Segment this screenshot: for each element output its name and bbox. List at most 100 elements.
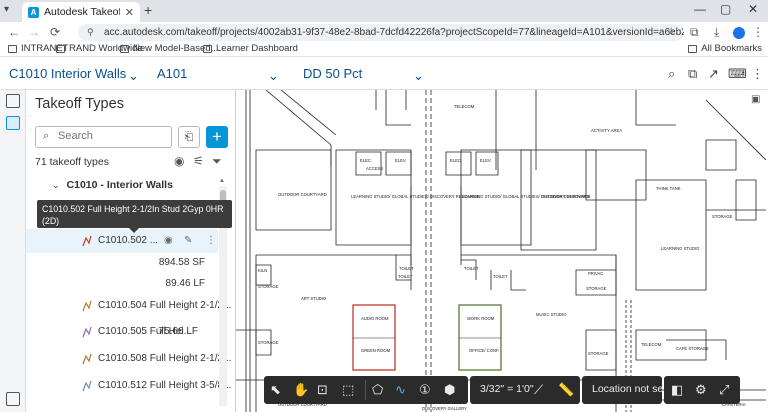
group-header[interactable]: ⌄ C1010 - Interior Walls: [52, 179, 173, 191]
drawing-label: STORAGE: [712, 214, 733, 219]
shape-tool-icon[interactable]: ⬢: [444, 382, 455, 398]
selected-takeoff-row[interactable]: C1010.502 ... ◉ ✎ ⋮: [26, 229, 218, 253]
zoom-window-icon[interactable]: ⬚: [342, 382, 354, 398]
package-dropdown[interactable]: C1010 Interior Walls: [9, 66, 126, 81]
chevron-down-icon[interactable]: ⌄: [268, 68, 279, 84]
layers-icon[interactable]: ◧: [671, 382, 683, 398]
row-label: C1010.508 Full Height 2-1/2...: [98, 353, 232, 364]
version-dropdown[interactable]: DD 50 Pct: [303, 66, 362, 81]
search-box[interactable]: ⌕: [35, 126, 172, 148]
takeoff-type-count: 71 takeoff types: [35, 156, 109, 168]
sheet-label: A101: [157, 66, 188, 81]
new-tab-icon[interactable]: +: [144, 2, 152, 18]
sheets-icon[interactable]: [6, 94, 20, 108]
location-status[interactable]: Location not set: [592, 383, 666, 395]
add-takeoff-type-button[interactable]: +: [206, 126, 228, 148]
folder-icon: [688, 44, 698, 53]
list-item[interactable]: C1010.505 Full Hei... 75.66 LF: [26, 322, 218, 344]
bookmark-label: All Bookmarks: [701, 43, 762, 54]
bookmark-star-icon[interactable]: ☆: [666, 24, 676, 41]
bookmark-label: Learner Dashboard: [216, 43, 298, 54]
chevron-down-icon[interactable]: ⌄: [413, 68, 424, 84]
drawing-label: THINK TANK: [656, 186, 681, 191]
drawing-label: LEARNING STUDIO/ GLOBAL STUDIES/ DISCOVE…: [351, 194, 480, 199]
drawing-label: OUTDOOR COURTYARD: [541, 194, 590, 199]
takeoff-types-panel: Takeoff Types ⌕ ⎗ + 71 takeoff types ◉ ⚟…: [26, 90, 236, 412]
url-field[interactable]: ⚲ acc.autodesk.com/takeoff/projects/4002…: [78, 24, 684, 41]
drawing-label: STORAGE: [258, 284, 279, 289]
app-header: C1010 Interior Walls ⌄ A101 ⌄ DD 50 Pct …: [0, 58, 768, 90]
drawing-label: ELEC.: [360, 158, 372, 163]
zoom-search-icon[interactable]: ⌕: [668, 66, 675, 82]
download-icon[interactable]: ⤓: [714, 24, 719, 41]
tab-close-icon[interactable]: ✕: [125, 6, 134, 19]
sheet-dropdown[interactable]: A101: [157, 66, 187, 81]
forward-icon[interactable]: →: [28, 22, 40, 42]
scroll-up-icon[interactable]: ▲: [219, 178, 225, 184]
edit-icon[interactable]: ✎: [184, 235, 192, 246]
autodesk-favicon-icon: A: [28, 6, 39, 18]
maximize-icon[interactable]: ▢: [720, 2, 731, 16]
chevron-down-icon[interactable]: ⌄: [128, 68, 139, 84]
folder-icon: [56, 44, 65, 53]
zoom-fit-icon[interactable]: ⊡: [317, 382, 328, 398]
drawing-label: ART STUDIO: [301, 296, 327, 301]
fullscreen-icon[interactable]: ⤢: [719, 382, 729, 398]
filter-icon[interactable]: ⏷: [212, 154, 222, 169]
chevron-down-icon: ⌄: [52, 180, 60, 190]
bookmarks-bar: INTRANET RAND Worldwide New Model-Based.…: [0, 42, 768, 57]
url-text: acc.autodesk.com/takeoff/projects/4002ab…: [104, 27, 684, 38]
reload-icon[interactable]: ⟳: [50, 22, 60, 42]
polygon-tool-icon[interactable]: ⬠: [372, 382, 383, 398]
drawing-canvas[interactable]: TELECOM ACTIVITY AREA OUTDOOR COURTYARD …: [236, 90, 768, 412]
drawing-label: ELEV.: [395, 158, 407, 163]
settings-gear-icon[interactable]: ⚙: [695, 382, 707, 398]
import-button[interactable]: ⎗: [178, 126, 200, 148]
list-item[interactable]: C1010.512 Full Height 3-5/8...: [26, 376, 231, 398]
visibility-icon[interactable]: ◉: [174, 154, 184, 168]
share-icon[interactable]: ↗: [708, 66, 719, 82]
settings-sliders-icon[interactable]: ⚟: [193, 154, 204, 168]
tab-search-icon[interactable]: ▾: [4, 4, 9, 15]
list-item[interactable]: C1010.508 Full Height 2-1/2...: [26, 349, 231, 371]
linear-stroke-icon: [82, 235, 92, 247]
calibrate-icon[interactable]: ⟋: [534, 382, 543, 398]
more-icon[interactable]: ⋮: [751, 66, 764, 82]
search-input[interactable]: [58, 130, 168, 142]
minimize-icon[interactable]: —: [694, 2, 706, 16]
drawing-label: TOILET: [493, 274, 508, 279]
visibility-icon[interactable]: ◉: [164, 235, 173, 246]
more-icon[interactable]: ⋮: [206, 235, 216, 246]
browser-menu-icon[interactable]: ⋮: [752, 24, 764, 41]
drawing-label: TELECOM: [641, 342, 662, 347]
selected-row-label: C1010.502 ...: [98, 235, 159, 246]
select-pointer-icon[interactable]: ⬉: [270, 382, 281, 398]
list-item[interactable]: C1010.504 Full Height 2-1/2...: [26, 296, 231, 318]
back-icon[interactable]: ←: [8, 22, 20, 42]
panel-title: Takeoff Types: [35, 96, 124, 112]
page-icon: [203, 44, 212, 53]
drawing-label: OUTDOOR COURTYARD: [278, 192, 327, 197]
folder-icon: [120, 44, 129, 53]
keyboard-icon[interactable]: ⌨: [728, 66, 747, 82]
site-info-icon[interactable]: ⚲: [87, 24, 94, 41]
scale-readout[interactable]: 3/32" = 1'0": [480, 383, 534, 395]
bookmark-learner-dashboard[interactable]: Learner Dashboard: [203, 43, 298, 54]
compare-icon[interactable]: ⧉: [688, 66, 697, 82]
browser-tab[interactable]: A Autodesk Takeoff ✕: [22, 2, 140, 22]
ruler-icon[interactable]: 📏: [558, 382, 574, 398]
markup-toolbar: ⬉ ✋ ⊡ ⬚ ⬠ ∿ ① ⬢: [264, 376, 468, 404]
fit-view-icon[interactable]: ▣: [751, 94, 760, 105]
count-tool-icon[interactable]: ①: [419, 382, 431, 398]
all-bookmarks[interactable]: All Bookmarks: [688, 43, 762, 54]
area-measurement: 894.58 SF: [158, 257, 205, 268]
drawing-label: ACCESS: [366, 166, 383, 171]
profile-avatar[interactable]: [733, 27, 745, 39]
work-room-outline: [458, 304, 502, 371]
extensions-icon[interactable]: ⧉: [690, 24, 699, 41]
close-window-icon[interactable]: ✕: [748, 2, 758, 16]
pan-hand-icon[interactable]: ✋: [293, 382, 309, 398]
table-icon[interactable]: [6, 392, 20, 406]
linear-tool-icon[interactable]: ∿: [395, 382, 406, 398]
takeoff-types-icon[interactable]: [6, 116, 20, 130]
